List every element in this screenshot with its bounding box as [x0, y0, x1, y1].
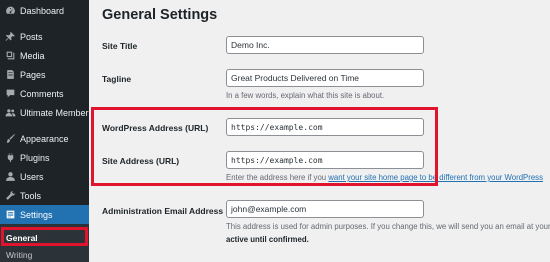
admin-email-label: Administration Email Address [102, 206, 224, 216]
pin-icon [5, 31, 16, 42]
sidebar-item-comments[interactable]: Comments [0, 84, 89, 103]
tagline-description: In a few words, explain what this site i… [226, 91, 385, 100]
submenu-item-writing[interactable]: Writing [6, 250, 32, 260]
tagline-input[interactable]: Great Products Delivered on Time [226, 69, 424, 87]
sidebar-item-label: Users [20, 171, 44, 182]
admin-email-description: This address is used for admin purposes.… [226, 222, 550, 231]
sidebar-item-label: Settings [20, 209, 53, 220]
highlight-box-general [1, 227, 88, 246]
site-title-label: Site Title [102, 41, 138, 51]
sidebar-item-dashboard[interactable]: Dashboard [0, 1, 89, 20]
wrench-icon [5, 190, 16, 201]
settings-icon [5, 209, 16, 220]
brush-icon [5, 133, 16, 144]
sidebar-item-label: Ultimate Member [20, 107, 89, 118]
sidebar-item-ultimate-member[interactable]: Ultimate Member [0, 103, 89, 122]
page-title: General Settings [102, 7, 218, 23]
tagline-label: Tagline [102, 74, 132, 84]
sidebar-item-label: Media [20, 50, 45, 61]
media-icon [5, 50, 16, 61]
sidebar-item-label: Plugins [20, 152, 50, 163]
user-group-icon [5, 107, 16, 118]
sidebar-item-plugins[interactable]: Plugins [0, 148, 89, 167]
highlight-box-addresses [91, 107, 438, 186]
sidebar-item-users[interactable]: Users [0, 167, 89, 186]
admin-email-description-line2: active until confirmed. [226, 235, 309, 244]
site-title-input[interactable]: Demo Inc. [226, 36, 424, 54]
sidebar-item-media[interactable]: Media [0, 46, 89, 65]
dashboard-icon [5, 5, 16, 16]
sidebar-item-label: Comments [20, 88, 64, 99]
comment-icon [5, 88, 16, 99]
sidebar-item-label: Dashboard [20, 5, 65, 16]
sidebar-item-pages[interactable]: Pages [0, 65, 89, 84]
admin-email-description-bold: active until confirmed. [226, 235, 309, 244]
pages-icon [5, 69, 16, 80]
sidebar-item-label: Pages [20, 69, 46, 80]
admin-email-input[interactable]: john@example.com [226, 200, 424, 218]
sidebar-item-label: Tools [20, 190, 42, 201]
plug-icon [5, 152, 16, 163]
admin-sidebar: Dashboard Posts Media Pages Comments Ult… [0, 0, 89, 262]
sidebar-item-appearance[interactable]: Appearance [0, 129, 89, 148]
sidebar-item-tools[interactable]: Tools [0, 186, 89, 205]
sidebar-item-settings[interactable]: Settings [0, 205, 89, 224]
sidebar-item-label: Posts [20, 31, 43, 42]
sidebar-item-posts[interactable]: Posts [0, 27, 89, 46]
user-icon [5, 171, 16, 182]
sidebar-item-label: Appearance [20, 133, 69, 144]
